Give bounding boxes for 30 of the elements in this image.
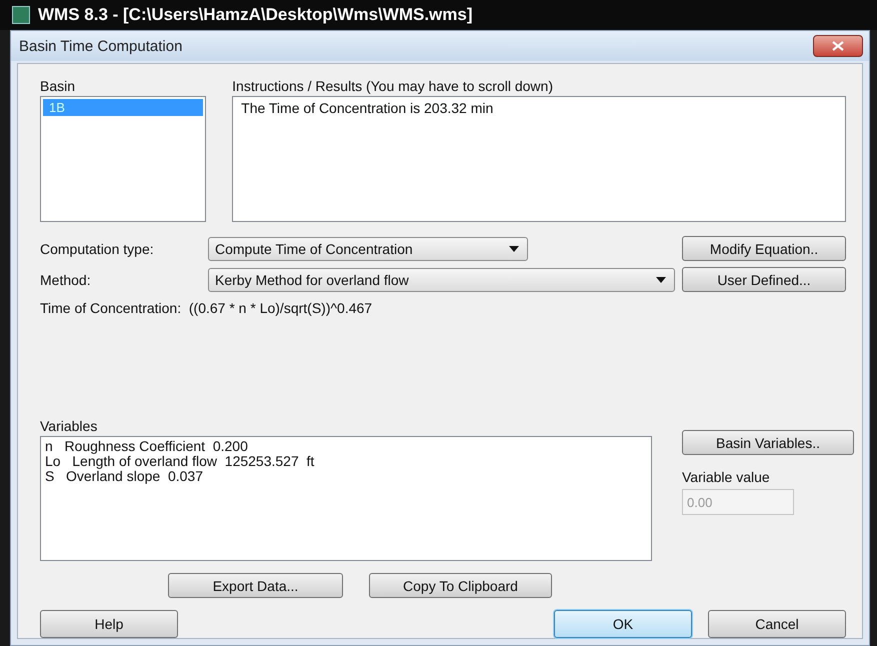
results-label: Instructions / Results (You may have to scroll down) [232,78,554,94]
close-icon [832,41,844,51]
computation-type-label: Computation type: [40,240,155,256]
method-dropdown[interactable]: Kerby Method for overland flow [208,268,675,292]
method-label: Method: [40,272,92,288]
close-button[interactable] [813,35,863,57]
results-box[interactable]: The Time of Concentration is 203.32 min [232,96,846,222]
basin-variables-button[interactable]: Basin Variables.. [682,430,854,455]
export-data-button[interactable]: Export Data... [168,573,343,598]
app-icon [12,6,30,24]
variable-line[interactable]: S Overland slope 0.037 [41,469,651,484]
copy-clipboard-button[interactable]: Copy To Clipboard [369,573,552,598]
modify-equation-button[interactable]: Modify Equation.. [682,236,846,261]
user-defined-button[interactable]: User Defined... [682,267,846,292]
caret-icon [656,276,666,282]
dialog-title: Basin Time Computation [19,38,182,54]
variable-value-label: Variable value [682,469,771,485]
variables-label: Variables [40,418,98,434]
dialog-button[interactable]: Cancel [708,610,846,638]
dialog-button[interactable]: OK [554,610,692,638]
dialog-button[interactable]: Help [40,610,178,638]
variable-line[interactable]: n Roughness Coefficient 0.200 [41,439,651,454]
variables-list[interactable]: n Roughness Coefficient 0.200 Lo Length of overland flow 125253.527 ft S Overland slope 0.037 [40,436,652,561]
window-title: WMS 8.3 - [C:\Users\HamzA\Desktop\Wms\WMS.wms] [38,5,473,25]
result-line: The Time of Concentration is 203.32 min [240,99,494,117]
basin-label: Basin [40,78,76,94]
computation-type-dropdown[interactable]: Compute Time of Concentration [208,236,528,260]
caret-icon [509,246,519,252]
formula-text: Time of Concentration: ((0.67 * n * Lo)/sqrt(S))^0.467 [40,300,374,316]
variable-line[interactable]: Lo Length of overland flow 125253.527 ft [41,454,651,469]
